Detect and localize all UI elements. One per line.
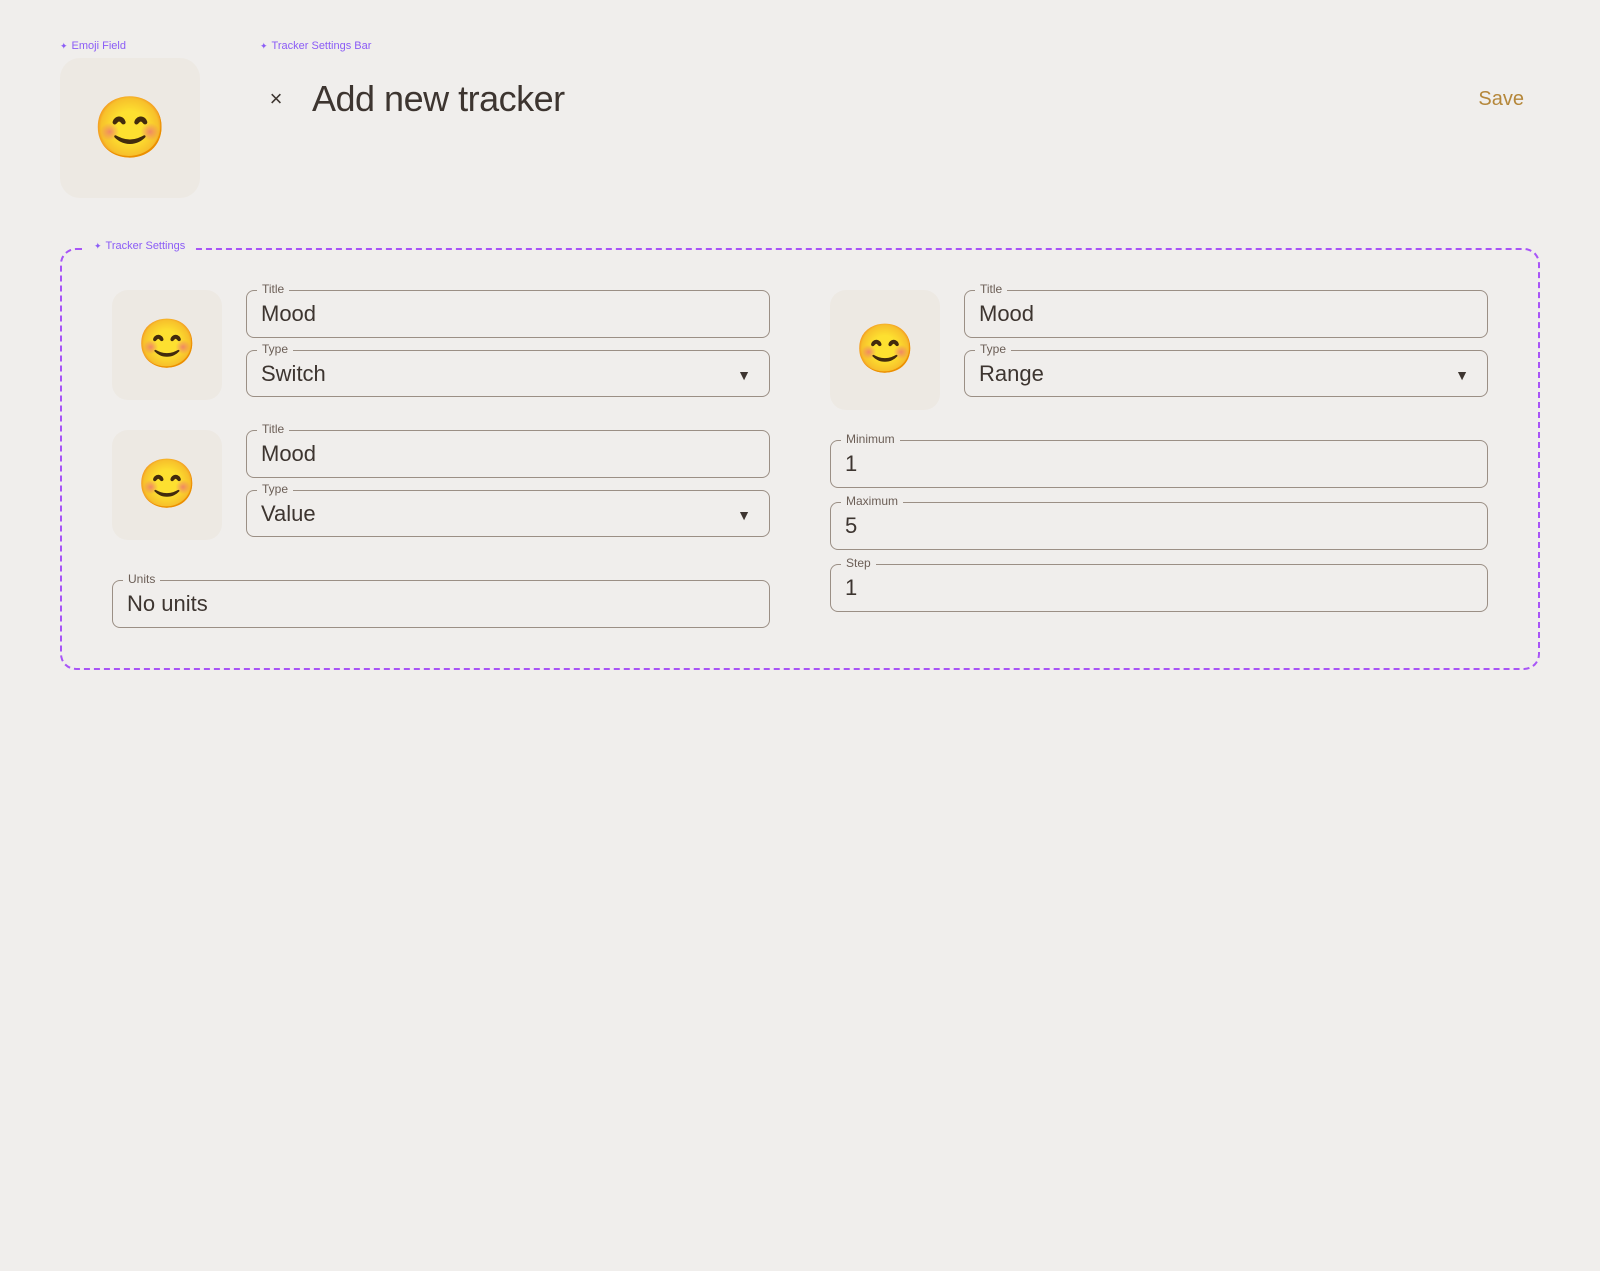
tracker3-step-input[interactable] bbox=[845, 571, 1473, 601]
tracker3-step-field: Step bbox=[830, 564, 1488, 612]
tracker2-units-label: Units bbox=[123, 572, 160, 586]
tracker-fields-3: Title Type Switch Value Range bbox=[964, 290, 1488, 397]
tracker-settings-bar-label: Tracker Settings Bar bbox=[260, 40, 1540, 52]
tracker1-title-input[interactable] bbox=[261, 297, 755, 327]
tracker-settings-container: Tracker Settings 😊 Title Type bbox=[60, 248, 1540, 670]
tracker-emoji-box-3[interactable]: 😊 bbox=[830, 290, 940, 410]
tracker3-type-label: Type bbox=[975, 342, 1011, 356]
tracker2-units-input[interactable] bbox=[127, 587, 755, 617]
tracker-fields-1: Title Type Switch Value Range bbox=[246, 290, 770, 397]
tracker1-type-select-wrapper: Switch Value Range ▼ bbox=[261, 357, 755, 386]
tracker-item-range: 😊 Title Type Switch Value bbox=[830, 290, 1488, 410]
tracker-fields-2: Title Type Switch Value Range bbox=[246, 430, 770, 537]
close-button[interactable]: × bbox=[260, 83, 292, 115]
tracker-settings-label: Tracker Settings bbox=[86, 240, 193, 252]
tracker1-title-label: Title bbox=[257, 282, 289, 296]
tracker3-title-label: Title bbox=[975, 282, 1007, 296]
settings-right-col: 😊 Title Type Switch Value bbox=[830, 290, 1488, 628]
tracker-emoji-3: 😊 bbox=[855, 326, 915, 374]
range-sub-fields: Minimum Maximum Step bbox=[830, 440, 1488, 612]
tracker3-type-select-wrapper: Switch Value Range ▼ bbox=[979, 357, 1473, 386]
tracker-emoji-1: 😊 bbox=[137, 321, 197, 369]
tracker2-title-input[interactable] bbox=[261, 437, 755, 467]
tracker3-maximum-label: Maximum bbox=[841, 494, 903, 508]
tracker3-type-select[interactable]: Switch Value Range bbox=[979, 357, 1473, 386]
tracker1-type-select[interactable]: Switch Value Range bbox=[261, 357, 755, 386]
tracker1-type-label: Type bbox=[257, 342, 293, 356]
tracker3-minimum-label: Minimum bbox=[841, 432, 900, 446]
tracker2-type-label: Type bbox=[257, 482, 293, 496]
tracker3-title-field: Title bbox=[964, 290, 1488, 338]
tracker3-type-field: Type Switch Value Range ▼ bbox=[964, 350, 1488, 397]
tracker-emoji-2: 😊 bbox=[137, 461, 197, 509]
tracker3-title-input[interactable] bbox=[979, 297, 1473, 327]
settings-left-col: 😊 Title Type Switch Value bbox=[112, 290, 770, 628]
tracker-item-switch: 😊 Title Type Switch Value bbox=[112, 290, 770, 400]
tracker-bar: × Add new tracker Save bbox=[260, 58, 1540, 140]
tracker-settings-bar-section: Tracker Settings Bar × Add new tracker S… bbox=[260, 40, 1540, 140]
emoji-field-box[interactable]: 😊 bbox=[60, 58, 200, 198]
emoji-field-label: Emoji Field bbox=[60, 40, 200, 52]
emoji-field-section: Emoji Field 😊 bbox=[60, 40, 200, 198]
tracker-item-value: 😊 Title Type Switch Value bbox=[112, 430, 770, 540]
settings-grid: 😊 Title Type Switch Value bbox=[112, 290, 1488, 628]
tracker2-units-field: Units bbox=[112, 580, 770, 628]
tracker3-step-label: Step bbox=[841, 556, 876, 570]
tracker3-minimum-field: Minimum bbox=[830, 440, 1488, 488]
tracker-emoji-box-1[interactable]: 😊 bbox=[112, 290, 222, 400]
emoji-display: 😊 bbox=[93, 98, 168, 158]
tracker3-minimum-input[interactable] bbox=[845, 447, 1473, 477]
tracker2-type-select[interactable]: Switch Value Range bbox=[261, 497, 755, 526]
tracker1-title-field: Title bbox=[246, 290, 770, 338]
tracker3-maximum-field: Maximum bbox=[830, 502, 1488, 550]
tracker1-type-field: Type Switch Value Range ▼ bbox=[246, 350, 770, 397]
tracker2-title-label: Title bbox=[257, 422, 289, 436]
save-button[interactable]: Save bbox=[1462, 80, 1540, 119]
tracker3-maximum-input[interactable] bbox=[845, 509, 1473, 539]
tracker2-title-field: Title bbox=[246, 430, 770, 478]
tracker-bar-title: Add new tracker bbox=[312, 78, 565, 120]
tracker2-type-field: Type Switch Value Range ▼ bbox=[246, 490, 770, 537]
tracker-emoji-box-2[interactable]: 😊 bbox=[112, 430, 222, 540]
tracker2-type-select-wrapper: Switch Value Range ▼ bbox=[261, 497, 755, 526]
units-field-wrapper: Units bbox=[112, 580, 770, 628]
